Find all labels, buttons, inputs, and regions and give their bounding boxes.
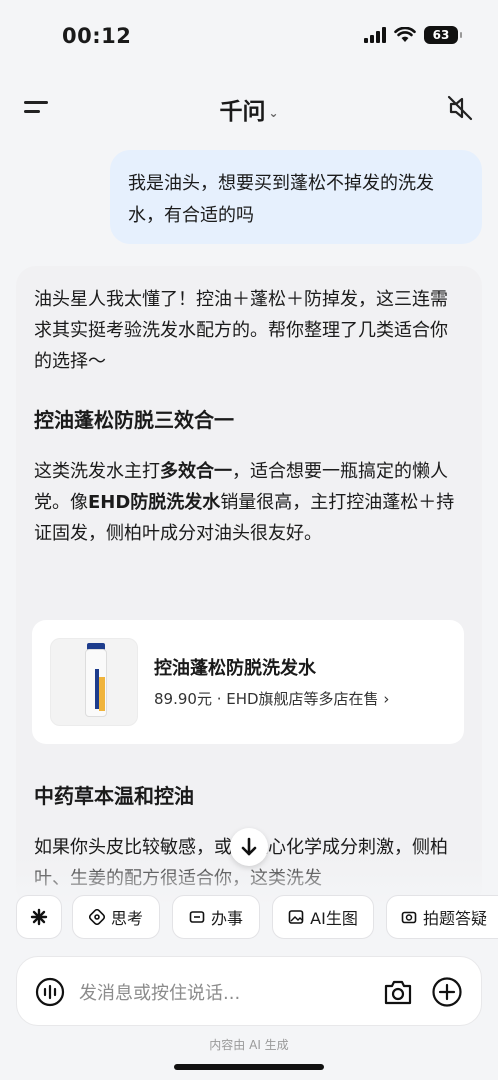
section-body-1: 这类洗发水主打多效合一，适合想要一瓶搞定的懒人党。像EHD防脱洗发水销量很高，主… xyxy=(34,456,464,549)
plus-icon[interactable] xyxy=(431,976,463,1008)
chevron-down-icon: ⌄ xyxy=(268,105,279,120)
chip-tasks-label: 办事 xyxy=(210,909,243,928)
product-image xyxy=(50,638,138,726)
product-name: 控油蓬松防脱洗发水 xyxy=(154,658,316,679)
status-icons: 63 xyxy=(364,26,462,44)
bold-highlight-2: EHD防脱洗发水 xyxy=(88,492,221,513)
battery-icon: 63 xyxy=(424,26,462,44)
camera-small-icon xyxy=(401,911,417,924)
scroll-to-bottom-button[interactable] xyxy=(230,828,268,866)
shortcut-chips: 思考 办事 AI生图 拍题答疑 xyxy=(16,895,498,939)
task-icon xyxy=(189,911,205,923)
section-body-1-part1: 这类洗发水主打 xyxy=(34,461,160,482)
home-indicator[interactable] xyxy=(174,1064,324,1070)
app-title[interactable]: 千问 ⌄ xyxy=(0,92,498,126)
voice-input-icon[interactable] xyxy=(35,977,65,1007)
wifi-icon xyxy=(394,27,416,42)
chip-think-label: 思考 xyxy=(110,909,143,928)
product-price-meta: 89.90元 · EHD旗舰店等多店在售 › xyxy=(154,690,390,708)
chip-ai-image[interactable]: AI生图 xyxy=(272,895,374,939)
status-bar: 00:12 63 xyxy=(0,0,498,72)
ai-response-card: 油头星人我太懂了！控油＋蓬松＋防掉发，这三连需求其实挺考验洗发水配方的。帮你整理… xyxy=(16,266,482,906)
chip-ai-image-label: AI生图 xyxy=(310,909,358,928)
product-card[interactable]: 控油蓬松防脱洗发水 89.90元 · EHD旗舰店等多店在售 › xyxy=(32,620,464,744)
ai-intro-text: 油头星人我太懂了！控油＋蓬松＋防掉发，这三连需求其实挺考验洗发水配方的。帮你整理… xyxy=(34,289,448,372)
think-icon xyxy=(88,909,105,925)
image-icon xyxy=(288,910,304,924)
ai-disclaimer: 内容由 AI 生成 xyxy=(209,1038,289,1052)
app-title-text: 千问 xyxy=(219,99,266,125)
status-time: 00:12 xyxy=(62,24,132,48)
bold-highlight-1: 多效合一 xyxy=(160,461,232,482)
sparkle-icon xyxy=(30,908,48,926)
camera-icon[interactable] xyxy=(383,978,413,1006)
message-input[interactable]: 发消息或按住说话... xyxy=(79,979,240,1005)
chip-think[interactable]: 思考 xyxy=(72,895,160,939)
section-title-1: 控油蓬松防脱三效合一 xyxy=(34,408,234,432)
section-title-2: 中药草本温和控油 xyxy=(34,784,194,808)
arrow-down-icon xyxy=(241,837,257,856)
message-input-bar: 发消息或按住说话... xyxy=(16,956,482,1026)
cellular-signal-icon xyxy=(364,27,386,43)
chip-photo-answer-label: 拍题答疑 xyxy=(423,909,488,928)
chip-sparkle[interactable] xyxy=(16,895,62,939)
user-message-bubble: 我是油头，想要买到蓬松不掉发的洗发水，有合适的吗 xyxy=(110,150,482,244)
app-header: 千问 ⌄ xyxy=(0,80,498,136)
speaker-mute-icon[interactable] xyxy=(446,94,474,122)
chip-photo-answer[interactable]: 拍题答疑 xyxy=(386,895,498,939)
chip-tasks[interactable]: 办事 xyxy=(172,895,260,939)
